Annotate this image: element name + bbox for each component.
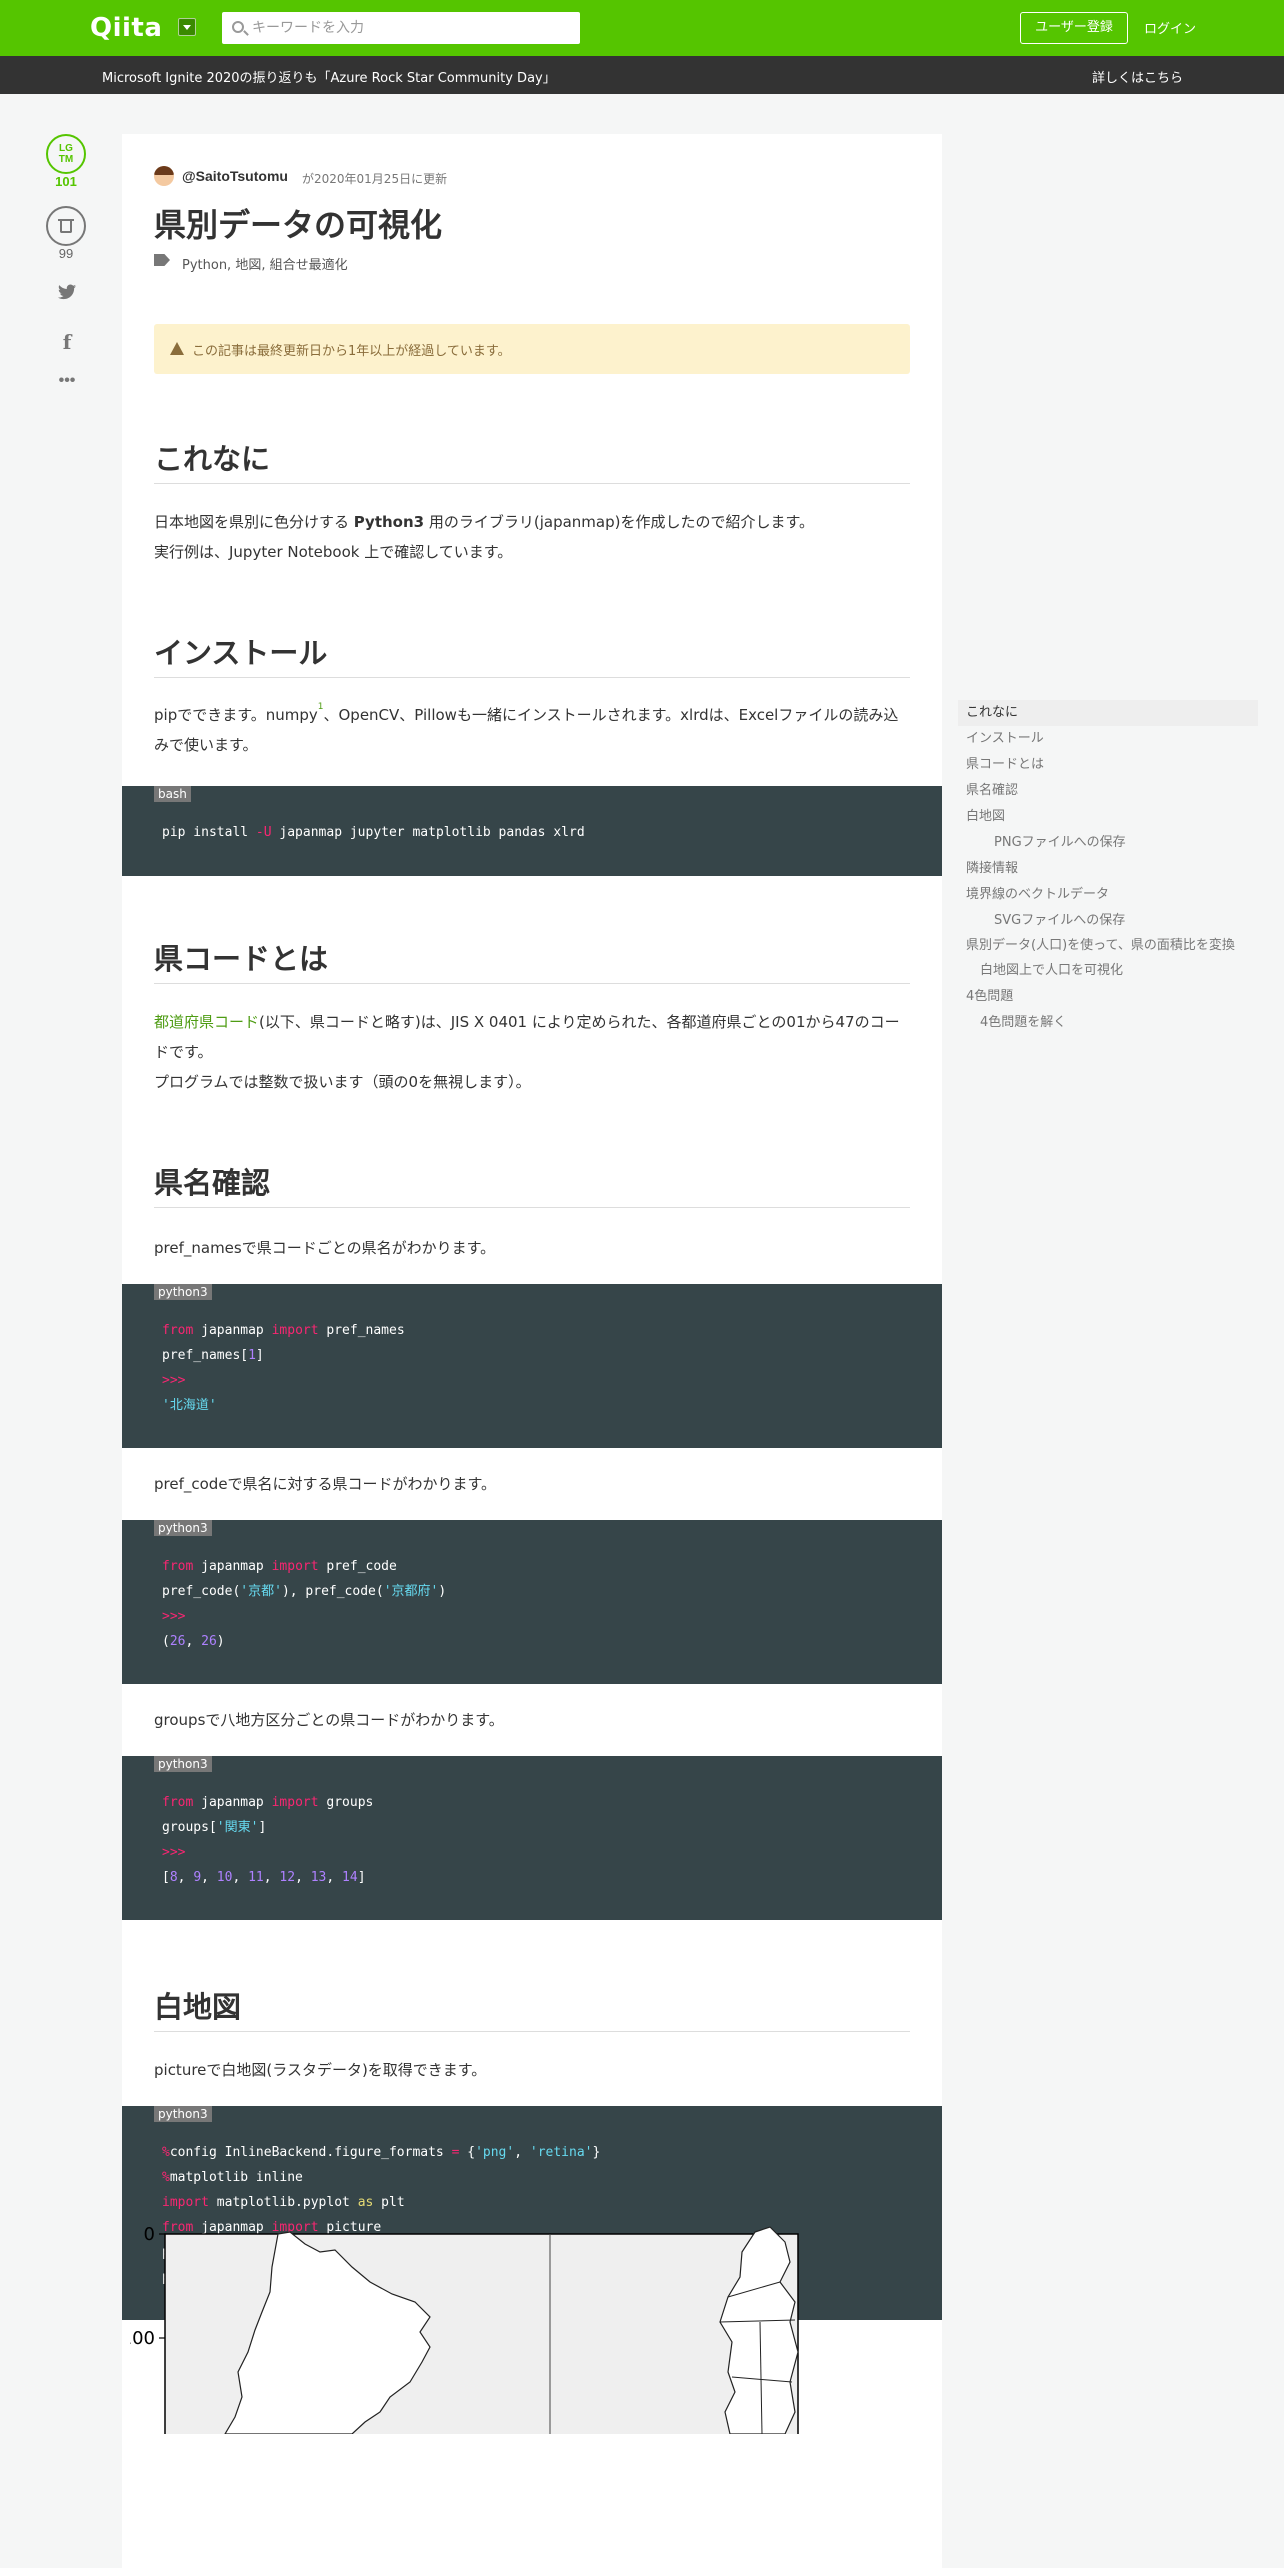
alert-text: この記事は最終更新日から1年以上が経過しています。 [192,344,511,359]
stock-count: 99 [58,246,74,261]
bold-text: Python3 [353,513,425,531]
text: 実行例は、Jupyter Notebook 上で確認しています。 [154,543,513,561]
login-link[interactable]: ログイン [1144,18,1196,37]
divider [154,983,910,984]
text: 日本地図を県別に色分けする [154,513,354,531]
updated-date: が2020年01月25日に更新 [302,172,448,186]
code-block: python3 from japanmap import pref_code p… [122,1520,942,1684]
toc-item[interactable]: これなに [958,700,1258,726]
signup-button[interactable]: ユーザー登録 [1020,12,1128,44]
author-name[interactable]: @SaitoTsutomu [182,168,288,184]
y-tick-0: 0 [144,2224,155,2245]
stock-icon [58,219,74,233]
heading-pref-names: 県名確認 [154,1166,271,1200]
heading-install: インストール [154,636,328,670]
banner-details-link[interactable]: 詳しくはこちら [1092,67,1183,86]
twitter-share-icon[interactable] [56,284,78,302]
paragraph: pictureで白地図(ラスタデータ)を取得できます。 [154,2061,487,2079]
heading-korenani: これなに [154,442,271,476]
divider [154,1207,910,1208]
paragraph: pref_namesで県コードごとの県名がわかります。 [154,1239,496,1257]
code-lang-label: python3 [154,1756,212,1772]
logo-dropdown-icon[interactable] [178,18,196,36]
map-figure: 0 100 [130,2222,880,2434]
code-block: python3 from japanmap import pref_names … [122,1284,942,1448]
toc-item[interactable]: 白地図上で人口を可視化 [958,958,1258,984]
code-content: from japanmap import pref_names pref_nam… [162,1323,405,1413]
paragraph: pref_codeで県名に対する県コードがわかります。 [154,1475,497,1493]
article: @SaitoTsutomu が2020年01月25日に更新 県別データの可視化 … [122,134,942,2568]
toc-item[interactable]: 県コードとは [958,752,1258,778]
lgtm-label: LG TM [58,143,74,165]
paragraph: groupsで八地方区分ごとの県コードがわかります。 [154,1711,504,1729]
more-options-icon[interactable]: ••• [56,373,78,390]
page-title: 県別データの可視化 [154,206,443,244]
lgtm-button[interactable]: LG TM [46,134,86,174]
stock-button[interactable] [46,206,86,246]
paragraph: 日本地図を県別に色分けする Python3 用のライブラリ(japanmap)を… [154,507,910,567]
toc-item[interactable]: 県別データ(人口)を使って、県の面積比を変換 [958,934,1248,958]
code-lang-label: python3 [154,2106,212,2122]
y-tick-100: 100 [130,2328,155,2349]
code-content: from japanmap import pref_code pref_code… [162,1559,447,1649]
avatar[interactable] [154,166,174,186]
code-block: python3 from japanmap import groups grou… [122,1756,942,1920]
toc-item[interactable]: SVGファイルへの保存 [958,908,1258,934]
heading-pref-code: 県コードとは [154,942,329,976]
code-block: bash pip install -U japanmap jupyter mat… [122,786,942,876]
code-content: pip install -U japanmap jupyter matplotl… [162,825,585,840]
toc-item[interactable]: 県名確認 [958,778,1258,804]
paragraph: 都道府県コード(以下、県コードと略す)は、JIS X 0401 により定められた… [154,1007,910,1097]
text: 用のライブラリ(japanmap)を作成したので紹介します。 [424,513,814,531]
pref-code-link[interactable]: 都道府県コード [154,1013,259,1031]
code-lang-label: python3 [154,1520,212,1536]
announcement-banner: Microsoft Ignite 2020の振り返りも「Azure Rock S… [0,56,1284,94]
qiita-logo[interactable]: Qiita [90,13,162,43]
toc-item[interactable]: 白地図 [958,804,1258,830]
search-box [222,12,580,44]
tag-icon [154,254,170,266]
text: プログラムでは整数で扱います（頭の0を無視します）。 [154,1073,531,1091]
heading-blank-map: 白地図 [154,1990,242,2024]
divider [154,677,910,678]
toc-item[interactable]: 4色問題を解く [958,1010,1258,1036]
search-icon [232,21,244,33]
code-lang-label: python3 [154,1284,212,1300]
search-input[interactable] [252,12,572,44]
toc-item[interactable]: 隣接情報 [958,856,1258,882]
divider [154,483,910,484]
paragraph: pipでできます。numpy1、OpenCV、Pillowも一緒にインストールさ… [154,700,910,760]
toc-item[interactable]: 境界線のベクトルデータ [958,882,1258,908]
banner-text[interactable]: Microsoft Ignite 2020の振り返りも「Azure Rock S… [102,67,556,86]
tag-list[interactable]: Python, 地図, 組合せ最適化 [182,254,348,273]
table-of-contents: これなに インストール 県コードとは 県名確認 白地図 PNGファイルへの保存 … [958,700,1258,1036]
warning-icon [170,342,184,355]
divider [154,2031,910,2032]
text: pipでできます。numpy [154,706,318,724]
code-content: from japanmap import groups groups['関東']… [162,1795,374,1885]
toc-item[interactable]: インストール [958,726,1258,752]
code-lang-label: bash [154,786,191,802]
toc-item[interactable]: 4色問題 [958,984,1258,1010]
top-navbar: Qiita ユーザー登録 ログイン [0,0,1284,56]
toc-item[interactable]: PNGファイルへの保存 [958,830,1258,856]
text: (以下、県コードと略す)は、JIS X 0401 により定められた、各都道府県ご… [154,1013,900,1061]
facebook-share-icon[interactable]: f [56,330,78,354]
outdated-alert: この記事は最終更新日から1年以上が経過しています。 [154,324,910,374]
lgtm-count: 101 [55,174,77,189]
